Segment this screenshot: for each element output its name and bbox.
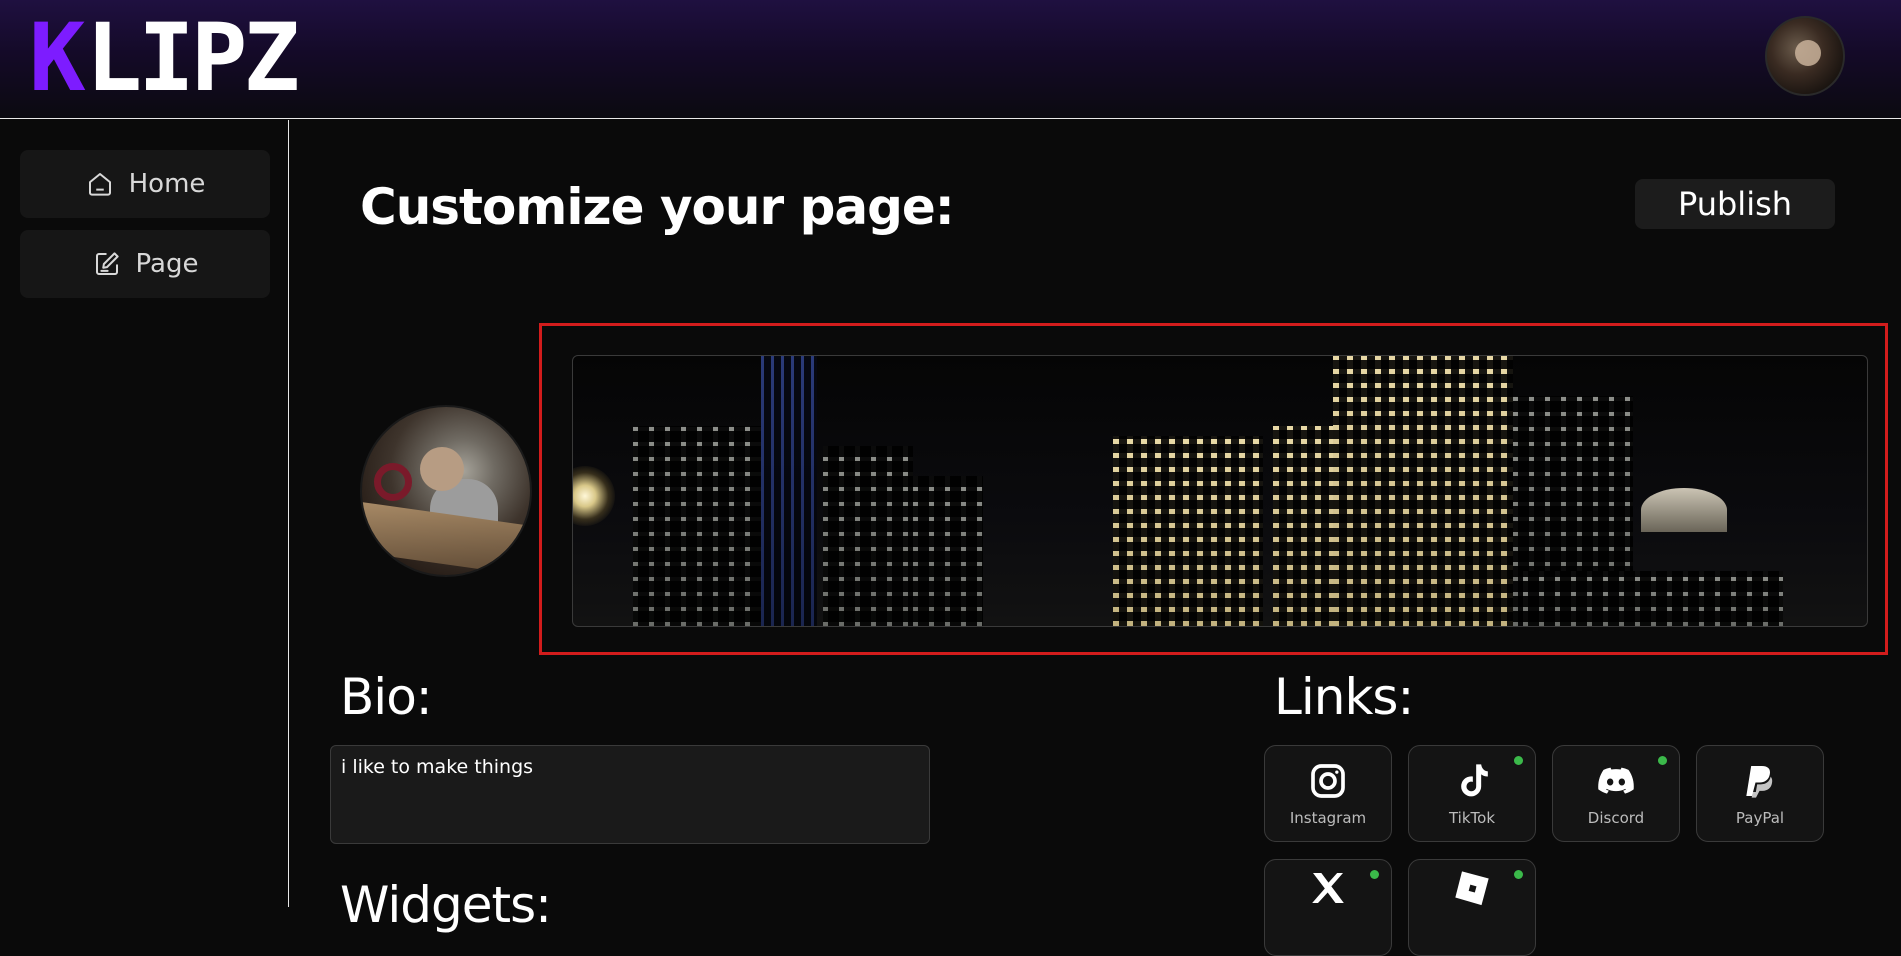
bio-input[interactable]: i like to make things (330, 745, 930, 844)
building (1113, 436, 1263, 626)
link-label: TikTok (1448, 808, 1496, 827)
active-status-dot (1514, 756, 1523, 765)
links-heading: Links: (1274, 668, 1414, 726)
sidebar-item-home[interactable]: Home (20, 150, 270, 218)
top-bar: K LIPZ (0, 0, 1901, 119)
logo-letter-k: K (29, 4, 86, 113)
widgets-heading: Widgets: (340, 876, 552, 934)
streetlight-glow (573, 466, 615, 526)
building (1333, 356, 1513, 626)
roblox-icon (1455, 870, 1489, 905)
link-card-tiktok[interactable]: TikTok (1408, 745, 1536, 842)
dome-building (1641, 488, 1727, 532)
publish-button[interactable]: Publish (1635, 179, 1835, 229)
discord-icon (1598, 767, 1634, 794)
building (913, 476, 983, 626)
instagram-icon (1311, 763, 1345, 798)
link-card-x[interactable] (1264, 859, 1392, 956)
active-status-dot (1658, 756, 1667, 765)
home-icon (88, 173, 111, 196)
bio-heading: Bio: (340, 668, 433, 726)
link-card-roblox[interactable] (1408, 859, 1536, 956)
link-label: PayPal (1735, 808, 1785, 827)
tiktok-icon (1461, 763, 1488, 796)
building (633, 426, 763, 626)
building (1523, 571, 1783, 626)
sidebar-item-label: Home (128, 169, 206, 199)
link-card-discord[interactable]: Discord (1552, 745, 1680, 842)
steering-wheel-shape (374, 463, 412, 501)
edit-page-icon (95, 252, 119, 275)
x-icon (1312, 872, 1344, 903)
banner-image[interactable] (572, 355, 1868, 627)
building (1273, 426, 1333, 626)
sidebar-item-label: Page (135, 249, 199, 279)
building (761, 356, 817, 626)
profile-picture[interactable] (360, 405, 532, 577)
link-card-instagram[interactable]: Instagram (1264, 745, 1392, 842)
link-label: Discord (1587, 808, 1645, 827)
user-avatar[interactable] (1765, 16, 1845, 96)
link-label: Instagram (1289, 808, 1367, 827)
paypal-icon (1746, 765, 1773, 798)
logo-wordmark: LIPZ (85, 4, 300, 113)
klipz-logo[interactable]: K LIPZ (29, 4, 300, 113)
active-status-dot (1370, 870, 1379, 879)
person-head-shape (420, 447, 464, 491)
building (823, 446, 913, 626)
active-status-dot (1514, 870, 1523, 879)
sidebar: Home Page (0, 120, 289, 907)
sidebar-item-page[interactable]: Page (20, 230, 270, 298)
link-card-paypal[interactable]: PayPal (1696, 745, 1824, 842)
page-title: Customize your page: (360, 178, 955, 236)
